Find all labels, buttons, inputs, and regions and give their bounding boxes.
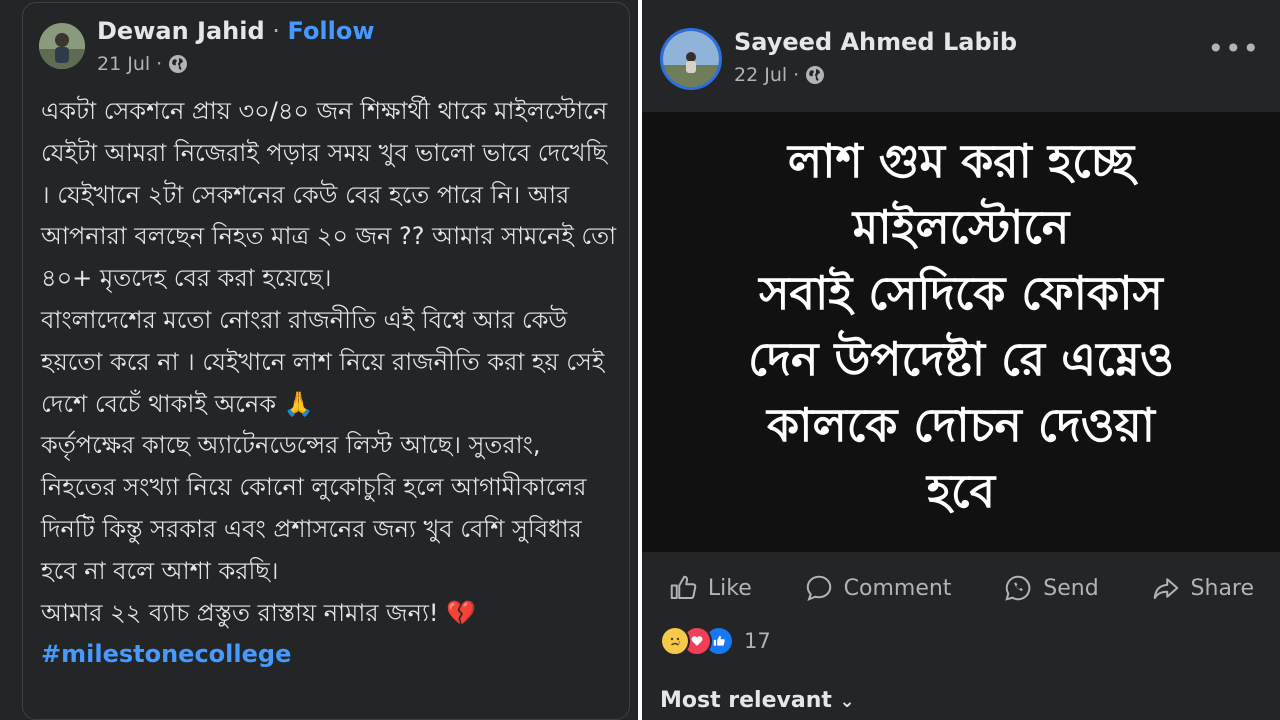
- author-avatar[interactable]: [660, 28, 722, 90]
- right-post-panel: Sayeed Ahmed Labib 22 Jul · ••• লাশ গুম …: [642, 0, 1280, 720]
- image-text-line: কালকে দোচন দেওয়া: [766, 398, 1156, 452]
- post-actions-bar: Like Comment Send Share: [642, 560, 1280, 616]
- share-button[interactable]: Share: [1151, 573, 1255, 603]
- image-text-line: দেন উপদেষ্টা রে এম্নেও: [748, 332, 1174, 386]
- comment-button[interactable]: Comment: [804, 573, 952, 603]
- left-post-panel: Dewan Jahid · Follow 21 Jul · একটা সেকশন…: [0, 0, 638, 720]
- send-label: Send: [1043, 575, 1099, 601]
- comment-icon: [806, 575, 831, 601]
- image-text-line: লাশ গুম করা হচ্ছে: [787, 134, 1135, 188]
- post-date[interactable]: 22 Jul ·: [734, 64, 799, 86]
- reaction-count: 17: [744, 629, 771, 653]
- post-paragraph: কর্তৃপক্ষের কাছে অ্যাটেনডেন্সের লিস্ট আছ…: [41, 431, 587, 585]
- post-body: একটা সেকশনে প্রায় ৩০/৪০ জন শিক্ষার্থী থ…: [41, 91, 621, 676]
- post-paragraph: একটা সেকশনে প্রায় ৩০/৪০ জন শিক্ষার্থী থ…: [41, 97, 617, 293]
- thumbs-up-icon: [670, 575, 697, 599]
- author-name[interactable]: Sayeed Ahmed Labib: [734, 28, 1017, 56]
- comment-sort-dropdown[interactable]: Most relevant ⌄: [660, 688, 855, 713]
- left-post-card: Dewan Jahid · Follow 21 Jul · একটা সেকশন…: [22, 2, 630, 720]
- more-options-icon[interactable]: •••: [1207, 32, 1260, 65]
- sort-label: Most relevant: [660, 688, 832, 713]
- author-name[interactable]: Dewan Jahid: [97, 17, 265, 45]
- author-avatar[interactable]: [39, 23, 85, 69]
- comment-label: Comment: [843, 575, 952, 601]
- avatar-photo-icon: [39, 23, 85, 69]
- like-button[interactable]: Like: [668, 573, 752, 603]
- post-date[interactable]: 21 Jul ·: [97, 53, 162, 75]
- reactions-summary[interactable]: 17: [660, 626, 771, 656]
- hashtag-link[interactable]: #milestonecollege: [41, 634, 621, 676]
- globe-icon: [806, 66, 825, 84]
- name-separator: ·: [264, 17, 288, 45]
- post-meta: 21 Jul ·: [97, 53, 188, 75]
- chevron-down-icon: ⌄: [839, 691, 855, 712]
- follow-button[interactable]: Follow: [288, 17, 375, 45]
- avatar-photo-icon: [663, 31, 719, 87]
- image-text-line: সবাই সেদিকে ফোকাস: [759, 266, 1163, 320]
- post-meta: 22 Jul ·: [734, 64, 825, 86]
- author-name-row: Dewan Jahid · Follow: [97, 17, 375, 45]
- whatsapp-icon: [1005, 575, 1031, 601]
- like-label: Like: [707, 575, 752, 601]
- globe-icon: [169, 55, 188, 73]
- post-image-text: লাশ গুম করা হচ্ছে মাইলস্টোনে সবাই সেদিকে…: [642, 128, 1280, 524]
- share-icon: [1153, 578, 1178, 599]
- image-text-line: হবে: [926, 464, 996, 518]
- post-paragraph: আমার ২২ ব্যাচ প্রস্তুত রাস্তায় নামার জন…: [41, 598, 477, 627]
- sad-reaction-icon: [660, 626, 690, 656]
- share-label: Share: [1190, 575, 1255, 601]
- send-button[interactable]: Send: [1003, 573, 1099, 603]
- image-text-line: মাইলস্টোনে: [852, 200, 1070, 254]
- post-paragraph: বাংলাদেশের মতো নোংরা রাজনীতি এই বিশ্বে আ…: [41, 305, 605, 418]
